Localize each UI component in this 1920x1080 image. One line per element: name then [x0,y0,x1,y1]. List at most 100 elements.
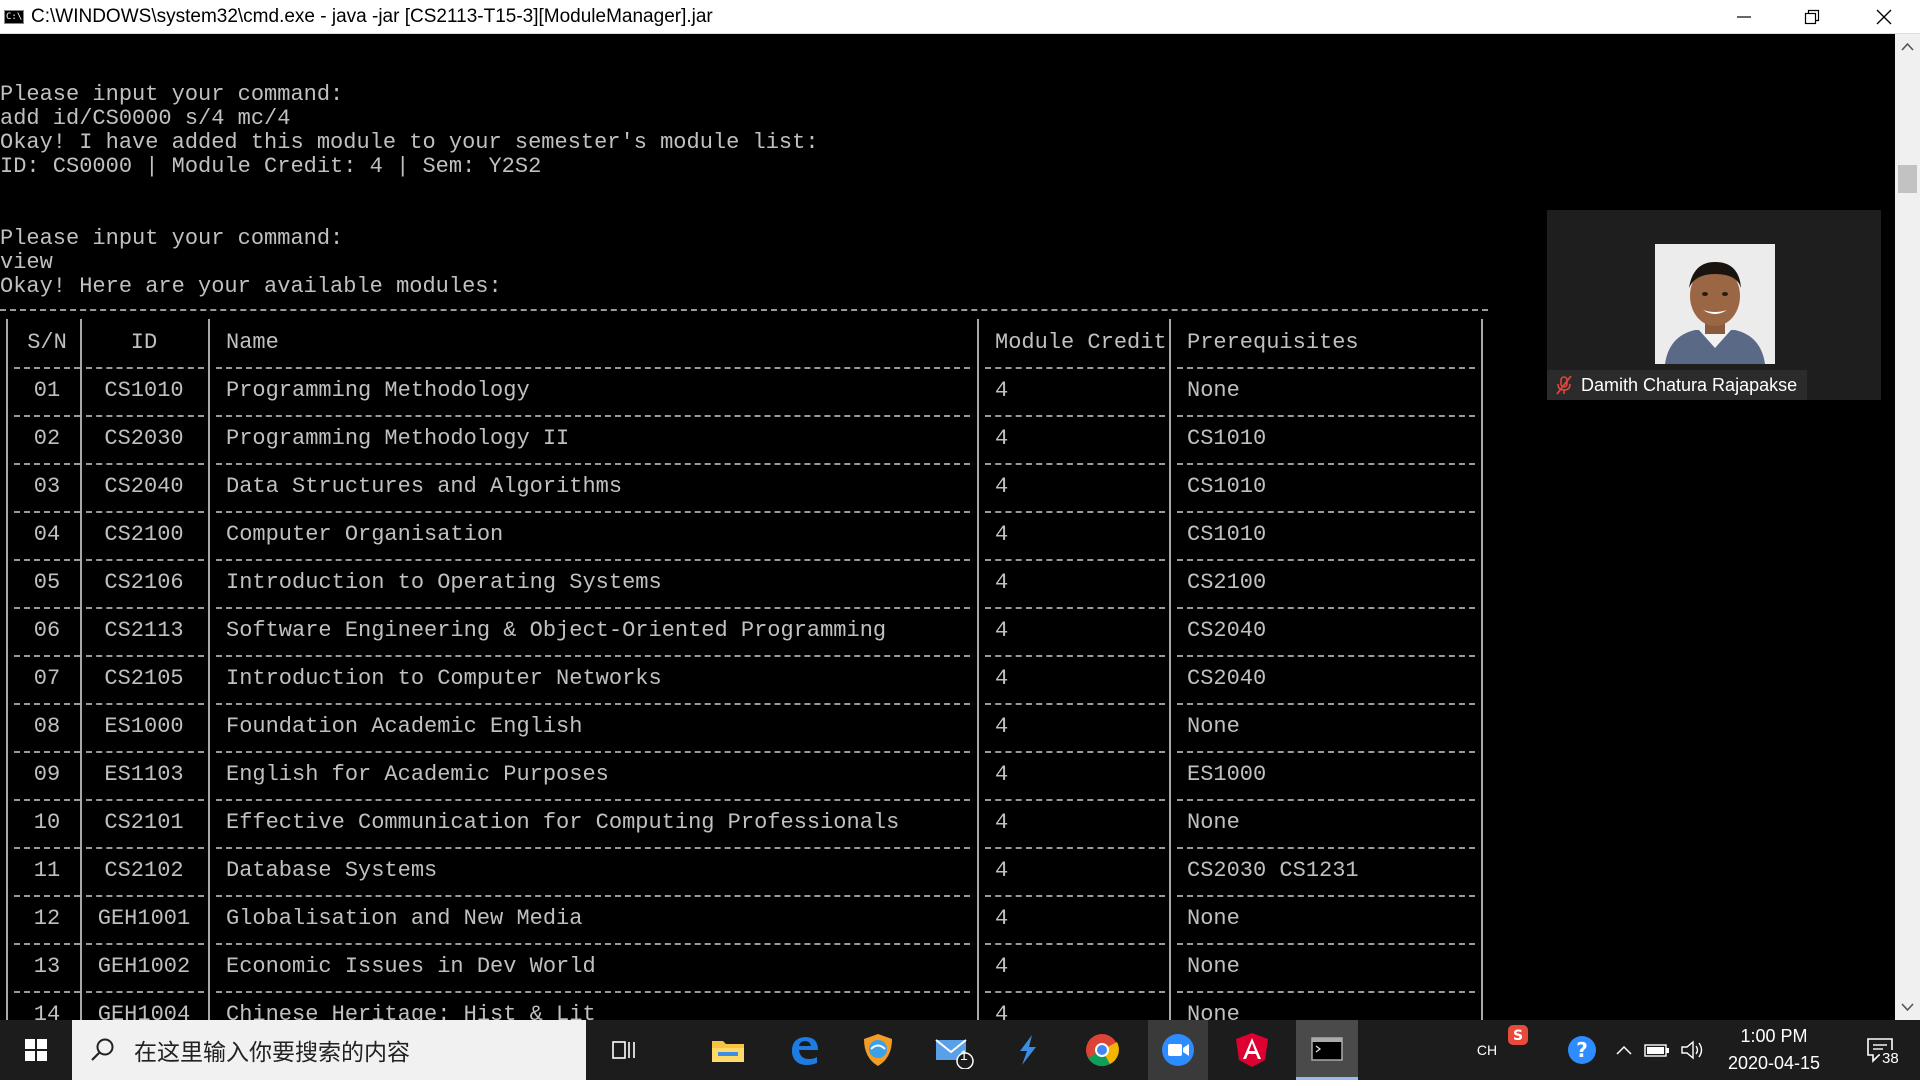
mail-icon [935,1039,974,1069]
cell-module-id: ES1000 [104,714,184,739]
minimize-button[interactable] [1710,0,1778,33]
window-titlebar[interactable]: C:\ C:\WINDOWS\system32\cmd.exe - java -… [0,0,1920,34]
cell-prerequisites: CS2100 [1187,570,1267,595]
console-line: Okay! I have added this module to your s… [0,130,819,155]
clock-date: 2020-04-15 [1727,1053,1821,1073]
help-tray-button[interactable]: ? [1562,1020,1602,1080]
table-row: 02 CS2030 Programming Methodology II 4 CS101… [0,417,1490,465]
cell-sn: 05 [33,570,61,595]
cell-sn: 07 [33,666,61,691]
notification-count-badge: 38 [1880,1050,1901,1067]
cell-sn: 02 [33,426,61,451]
header-sn: S/N [27,330,67,355]
cell-sn: 04 [33,522,61,547]
mail-button[interactable]: 1 [926,1020,982,1080]
restore-button[interactable] [1778,0,1846,33]
cell-module-credit: 4 [995,666,1009,691]
taskbar-search-box[interactable]: 在这里输入你要搜索的内容 [72,1020,586,1080]
cell-module-credit: 4 [995,426,1009,451]
search-icon [91,1038,114,1061]
video-call-overlay[interactable]: Damith Chatura Rajapakse [1547,210,1881,400]
edge-browser-button[interactable] [776,1020,832,1080]
participant-name-tag: Damith Chatura Rajapakse [1547,370,1808,400]
angular-app-button[interactable] [1222,1020,1282,1080]
cmd-taskbar-button[interactable] [1296,1020,1358,1080]
console-scrollbar[interactable] [1895,34,1920,1020]
sogou-s-icon: S [1508,1025,1528,1045]
volume-tray-button[interactable] [1676,1020,1710,1080]
battery-tray-button[interactable] [1642,1020,1672,1080]
cell-module-id: ES1103 [104,762,184,787]
cell-module-credit: 4 [995,954,1009,979]
cell-module-id: CS2040 [104,474,184,499]
person-photo-icon [1655,244,1775,364]
chevron-up-icon [1616,1045,1632,1055]
cell-prerequisites: None [1187,906,1240,931]
cell-sn: 06 [33,618,61,643]
table-row: 07 CS2105 Introduction to Computer Network… [0,657,1490,705]
cell-module-name: Software Engineering & Object-Oriented P… [226,618,887,643]
column-border [208,319,210,1020]
cell-prerequisites: None [1187,378,1240,403]
cell-prerequisites: None [1187,714,1240,739]
cell-sn: 12 [33,906,61,931]
cell-prerequisites: CS2040 [1187,618,1267,643]
cell-sn: 13 [33,954,61,979]
cell-module-credit: 4 [995,522,1009,547]
console-line: view [0,250,53,275]
table-row: 03 CS2040 Data Structures and Algorithms 4 C… [0,465,1490,513]
participant-name: Damith Chatura Rajapakse [1581,374,1798,395]
column-border [1169,319,1171,1020]
folder-icon [712,1041,744,1062]
console-output[interactable]: Please input your command: add id/CS0000… [0,34,1895,1020]
table-row: 05 CS2106 Introduction to Operating System… [0,561,1490,609]
sogou-input-button[interactable]: S [1504,1020,1532,1080]
table-top-border [0,309,1488,311]
task-view-icon [612,1041,635,1059]
column-border [977,319,979,1020]
console-line: add id/CS0000 s/4 mc/4 [0,106,291,131]
cell-module-name: Computer Organisation [226,522,504,547]
ime-label: CH [1476,1042,1498,1058]
task-view-button[interactable] [594,1020,654,1080]
cell-module-name: Database Systems [226,858,438,883]
cell-module-name: Economic Issues in Dev World [226,954,596,979]
zoom-button[interactable] [1148,1020,1208,1080]
search-placeholder: 在这里输入你要搜索的内容 [134,1039,410,1065]
cell-module-name: Data Structures and Algorithms [226,474,623,499]
window-title: C:\WINDOWS\system32\cmd.exe - java -jar … [31,6,713,27]
file-explorer-button[interactable] [700,1020,756,1080]
show-hidden-icons-button[interactable] [1612,1020,1636,1080]
action-center-button[interactable]: 38 [1852,1020,1908,1080]
cell-module-credit: 4 [995,762,1009,787]
close-button[interactable] [1850,0,1918,33]
cell-module-credit: 4 [995,378,1009,403]
cell-sn: 14 [33,1002,61,1020]
cell-module-id: CS2113 [104,618,184,643]
terminal-icon [1311,1036,1343,1061]
clock-tray[interactable]: 1:00 PM 2020-04-15 [1714,1020,1834,1080]
scroll-up-icon[interactable] [1901,42,1914,52]
table-header-row: S/N ID Name Module Credit Prerequisites [0,321,1490,369]
mic-muted-icon [1556,375,1572,395]
cmd-app-icon[interactable]: C:\ [4,10,24,24]
scroll-down-icon[interactable] [1901,1002,1914,1012]
chrome-button[interactable] [1074,1020,1130,1080]
visual-studio-button[interactable] [1000,1020,1056,1080]
edge-icon [791,1037,818,1065]
table-row: 06 CS2113 Software Engineering & Object-Or… [0,609,1490,657]
ime-indicator[interactable]: CH [1474,1020,1500,1080]
zoom-video-icon [1162,1034,1194,1066]
cell-module-credit: 4 [995,714,1009,739]
browser-app-button[interactable] [850,1020,906,1080]
scrollbar-thumb[interactable] [1898,165,1917,193]
speaker-icon [1681,1040,1703,1060]
cell-module-id: CS2105 [104,666,184,691]
table-row: 14 GEH1004 Chinese Heritage: Hist & Lit 4 No… [0,993,1490,1020]
mail-badge: 1 [960,1047,968,1063]
cell-module-name: Introduction to Computer Networks [226,666,662,691]
cell-prerequisites: CS2040 [1187,666,1267,691]
start-button[interactable] [0,1020,72,1080]
cell-sn: 01 [33,378,61,403]
header-name: Name [226,330,279,355]
